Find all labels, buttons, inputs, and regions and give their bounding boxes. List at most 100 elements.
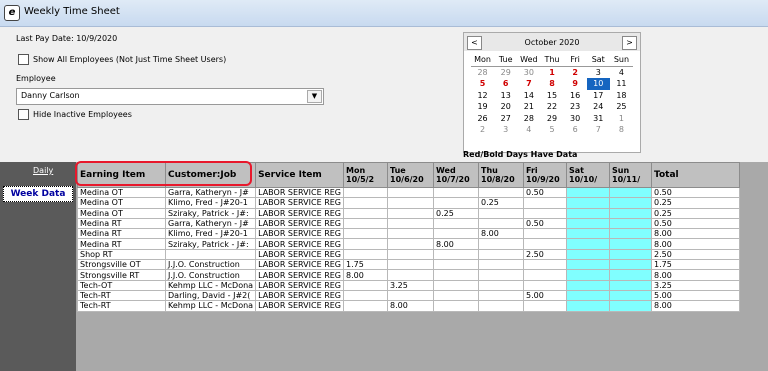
column-header[interactable]: Tue 10/6/20 bbox=[387, 162, 435, 188]
table-cell[interactable] bbox=[343, 300, 389, 312]
table-cell[interactable]: J.J.O. Construction bbox=[164, 259, 257, 271]
table-cell[interactable]: Medina OT bbox=[77, 207, 166, 219]
table-cell[interactable]: 0.25 bbox=[651, 207, 741, 219]
table-cell[interactable] bbox=[566, 289, 611, 302]
calendar-day[interactable]: 8 bbox=[540, 78, 563, 90]
table-cell[interactable]: Klimo, Fred - J#20-1 bbox=[164, 228, 257, 240]
table-cell[interactable] bbox=[609, 186, 653, 199]
table-cell[interactable]: LABOR SERVICE REG bbox=[255, 300, 345, 312]
table-cell[interactable] bbox=[343, 289, 389, 302]
table-cell[interactable]: LABOR SERVICE REG bbox=[255, 217, 345, 230]
table-cell[interactable]: Garra, Katheryn - J# bbox=[164, 186, 257, 199]
column-header[interactable]: Customer:Job bbox=[164, 162, 257, 188]
table-row[interactable]: Medina RT Klimo, Fred - J#20-1 LABOR SERVI… bbox=[77, 228, 741, 240]
table-cell[interactable]: Kehmp LLC - McDona bbox=[164, 279, 257, 291]
table-cell[interactable] bbox=[566, 248, 611, 261]
table-cell[interactable]: Medina RT bbox=[77, 238, 166, 250]
table-cell[interactable]: Klimo, Fred - J#20-1 bbox=[164, 197, 257, 209]
calendar-day[interactable]: 7 bbox=[587, 124, 610, 136]
table-cell[interactable]: LABOR SERVICE REG bbox=[255, 197, 345, 209]
table-row[interactable]: Tech-RT Darling, David - J#2(LABOR SERVIC… bbox=[77, 289, 741, 302]
table-row[interactable]: Strongsville RT J.J.O. Construction LABOR … bbox=[77, 269, 741, 281]
table-cell[interactable] bbox=[478, 217, 525, 230]
table-cell[interactable] bbox=[343, 279, 389, 291]
table-cell[interactable] bbox=[609, 197, 653, 209]
table-cell[interactable] bbox=[478, 207, 525, 219]
column-header[interactable]: Thu 10/8/20 bbox=[478, 162, 525, 188]
column-header[interactable]: Sun 10/11/ bbox=[609, 162, 653, 188]
calendar-day[interactable]: 22 bbox=[540, 101, 563, 113]
table-cell[interactable] bbox=[566, 269, 611, 281]
table-cell[interactable]: Garra, Katheryn - J# bbox=[164, 217, 257, 230]
table-cell[interactable] bbox=[478, 238, 525, 250]
table-cell[interactable] bbox=[343, 217, 389, 230]
table-cell[interactable] bbox=[566, 300, 611, 312]
table-cell[interactable]: 1.75 bbox=[343, 259, 389, 271]
table-cell[interactable]: Medina OT bbox=[77, 197, 166, 209]
table-cell[interactable] bbox=[433, 197, 480, 209]
table-cell[interactable] bbox=[566, 197, 611, 209]
table-cell[interactable]: Strongsville RT bbox=[77, 269, 166, 281]
table-cell[interactable]: 1.75 bbox=[651, 259, 741, 271]
table-cell[interactable] bbox=[343, 238, 389, 250]
table-cell[interactable] bbox=[387, 197, 435, 209]
table-cell[interactable]: Strongsville OT bbox=[77, 259, 166, 271]
table-cell[interactable] bbox=[164, 248, 257, 261]
calendar-day[interactable]: 14 bbox=[517, 90, 540, 102]
table-cell[interactable] bbox=[609, 279, 653, 291]
table-cell[interactable] bbox=[433, 248, 480, 261]
table-cell[interactable]: 8.00 bbox=[651, 300, 741, 312]
calendar-day[interactable]: 11 bbox=[610, 78, 633, 90]
employee-select[interactable]: Danny Carlson ▼ bbox=[16, 88, 324, 105]
table-cell[interactable]: Tech-RT bbox=[77, 300, 166, 312]
calendar-day[interactable]: 30 bbox=[517, 66, 540, 78]
calendar-day[interactable]: 4 bbox=[517, 124, 540, 136]
table-cell[interactable]: LABOR SERVICE REG bbox=[255, 269, 345, 281]
calendar-day[interactable]: 1 bbox=[540, 66, 563, 78]
calendar-day[interactable]: 2 bbox=[564, 66, 587, 78]
table-row[interactable]: Tech-RT Kehmp LLC - McDona LABOR SERVICE R… bbox=[77, 300, 741, 312]
table-cell[interactable]: LABOR SERVICE REG bbox=[255, 279, 345, 291]
table-cell[interactable]: Medina RT bbox=[77, 228, 166, 240]
calendar-day[interactable]: 4 bbox=[610, 66, 633, 78]
table-row[interactable]: Tech-OT Kehmp LLC - McDona LABOR SERVICE R… bbox=[77, 279, 741, 291]
table-cell[interactable] bbox=[433, 228, 480, 240]
time-grid[interactable]: Earning Item Customer:Job Service Item Mon 1… bbox=[77, 162, 741, 312]
table-cell[interactable]: Shop RT bbox=[77, 248, 166, 261]
calendar-day[interactable]: 26 bbox=[471, 113, 494, 125]
calendar-day[interactable]: 15 bbox=[540, 90, 563, 102]
table-cell[interactable] bbox=[343, 207, 389, 219]
table-cell[interactable]: 2.50 bbox=[651, 248, 741, 261]
table-cell[interactable] bbox=[523, 228, 568, 240]
calendar-day[interactable]: 13 bbox=[494, 90, 517, 102]
calendar-day[interactable]: 27 bbox=[494, 113, 517, 125]
table-cell[interactable]: 5.00 bbox=[651, 289, 741, 302]
table-cell[interactable] bbox=[566, 279, 611, 291]
table-cell[interactable]: Medina RT bbox=[77, 217, 166, 230]
table-cell[interactable] bbox=[478, 300, 525, 312]
table-cell[interactable]: 8.00 bbox=[343, 269, 389, 281]
table-cell[interactable] bbox=[609, 207, 653, 219]
table-row[interactable]: Medina OT Sziraky, Patrick - J#: LABOR SER… bbox=[77, 207, 741, 219]
calendar-day[interactable]: 1 bbox=[610, 113, 633, 125]
table-cell[interactable] bbox=[566, 207, 611, 219]
table-cell[interactable]: J.J.O. Construction bbox=[164, 269, 257, 281]
table-cell[interactable]: 3.25 bbox=[651, 279, 741, 291]
table-row[interactable]: Medina OT Klimo, Fred - J#20-1 LABOR SERVI… bbox=[77, 197, 741, 209]
table-cell[interactable] bbox=[609, 228, 653, 240]
table-cell[interactable]: LABOR SERVICE REG bbox=[255, 259, 345, 271]
next-month-button[interactable]: > bbox=[622, 36, 637, 50]
daily-tab[interactable]: Daily bbox=[33, 166, 53, 175]
table-cell[interactable] bbox=[609, 248, 653, 261]
table-cell[interactable] bbox=[523, 238, 568, 250]
table-cell[interactable]: Tech-RT bbox=[77, 289, 166, 302]
table-cell[interactable] bbox=[609, 269, 653, 281]
column-header[interactable]: Mon 10/5/2 bbox=[343, 162, 389, 188]
table-cell[interactable] bbox=[609, 259, 653, 271]
table-cell[interactable] bbox=[433, 186, 480, 199]
calendar-day[interactable]: 5 bbox=[540, 124, 563, 136]
table-cell[interactable]: 0.25 bbox=[433, 207, 480, 219]
table-cell[interactable] bbox=[523, 259, 568, 271]
table-cell[interactable] bbox=[523, 269, 568, 281]
table-cell[interactable] bbox=[478, 289, 525, 302]
